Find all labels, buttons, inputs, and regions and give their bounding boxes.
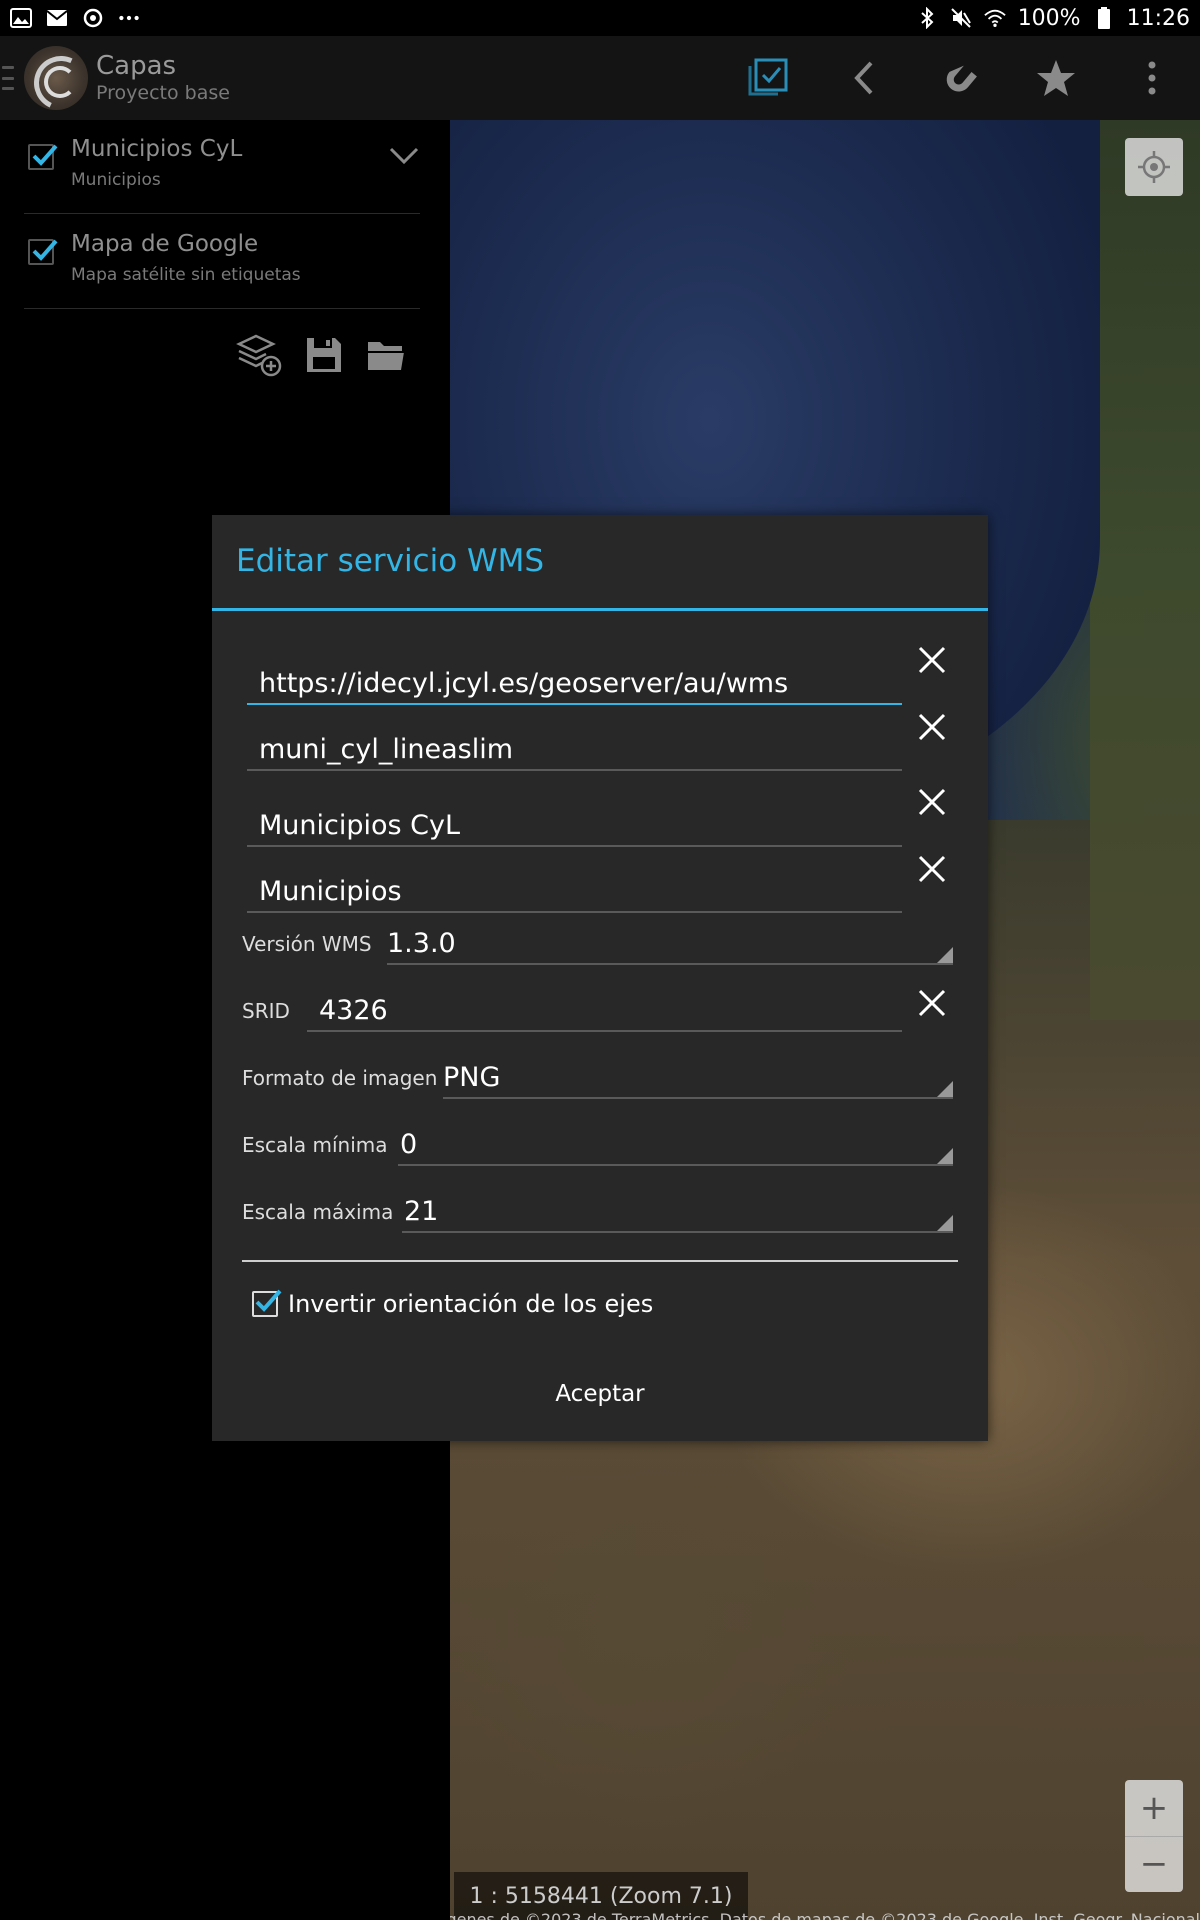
layer-checkbox[interactable] [28,239,58,265]
zoom-in-button[interactable]: + [1125,1780,1183,1837]
app-logo[interactable] [24,46,88,110]
clock: 11:26 [1126,5,1190,31]
more-vertical-icon [1148,61,1156,95]
wms-version-select[interactable]: 1.3.0 [387,915,953,965]
mail-notification-icon [46,7,68,29]
back-button[interactable] [816,36,912,120]
check-icon [255,1289,282,1312]
close-icon [918,855,946,883]
close-icon [918,788,946,816]
dialog-title: Editar servicio WMS [236,543,545,579]
image-format-label: Formato de imagen [242,1066,438,1090]
edit-wms-dialog: Editar servicio WMS https://idecyl.jcyl.… [212,515,988,1441]
srid-input[interactable]: 4326 [307,982,902,1032]
page-subtitle: Proyecto base [96,82,230,104]
wifi-icon [983,7,1006,29]
clear-srid-button[interactable] [912,983,952,1023]
my-location-button[interactable] [1125,138,1183,196]
layer-item-google[interactable]: Mapa de Google Mapa satélite sin etiquet… [24,215,420,309]
layer-checkbox[interactable] [28,144,58,170]
status-bar: 100% 11:26 [0,0,1200,36]
description-input[interactable]: Municipios [247,853,902,913]
zoom-out-button[interactable]: − [1125,1837,1183,1893]
section-divider [242,1260,958,1262]
drawer-toggle-icon[interactable] [2,66,14,90]
dropdown-arrow-icon [937,1081,953,1097]
save-button[interactable] [304,335,344,379]
close-icon [918,989,946,1017]
image-notification-icon [10,7,32,29]
clear-display-name-button[interactable] [912,782,952,822]
check-icon [32,144,58,166]
image-format-value: PNG [443,1062,501,1093]
layer-name-input[interactable]: muni_cyl_lineaslim [247,711,902,771]
wms-version-value: 1.3.0 [387,928,456,959]
layer-description: Municipios [71,170,161,190]
folder-icon [368,342,404,370]
dropdown-arrow-icon [937,1148,953,1164]
check-icon [32,239,58,261]
sync-notification-icon [82,7,104,29]
more-notifications-icon [118,7,140,29]
clear-url-button[interactable] [912,640,952,680]
min-scale-label: Escala mínima [242,1133,388,1157]
favorites-button[interactable] [1008,36,1104,120]
bluetooth-icon [916,7,938,29]
select-layers-button[interactable] [720,36,816,120]
layers-check-icon [748,58,788,96]
srid-value: 4326 [319,995,388,1026]
invert-axes-checkbox[interactable] [252,1289,282,1317]
add-layer-icon [236,334,282,377]
dialog-title-divider [212,608,988,611]
max-scale-select[interactable]: 21 [402,1183,953,1233]
url-input[interactable]: https://idecyl.jcyl.es/geoserver/au/wms [247,645,902,705]
magnet-button[interactable] [912,36,1008,120]
magnet-icon [946,65,977,92]
close-icon [918,713,946,741]
invert-axes-label: Invertir orientación de los ejes [288,1290,654,1318]
title-block: Capas Proyecto base [96,51,230,105]
clear-description-button[interactable] [912,849,952,889]
description-value: Municipios [259,876,402,907]
drawer-toolbar [236,332,406,382]
mute-icon [950,7,972,29]
srid-label: SRID [242,999,290,1023]
chevron-left-icon [854,61,873,95]
open-folder-button[interactable] [366,338,406,376]
map-land-coast [1090,120,1200,1020]
layer-name: Mapa de Google [71,231,259,257]
zoom-controls: + − [1125,1780,1183,1892]
display-name-input[interactable]: Municipios CyL [247,787,902,847]
add-layer-button[interactable] [236,332,282,382]
image-format-select[interactable]: PNG [443,1049,953,1099]
battery-percent: 100% [1017,5,1081,31]
clear-layer-name-button[interactable] [912,707,952,747]
display-name-value: Municipios CyL [259,810,461,841]
layer-item-municipios[interactable]: Municipios CyL Municipios [24,120,420,214]
map-attribution: Imágenes de ©2023 de TerraMetrics, Datos… [450,1910,1200,1920]
invert-axes-row[interactable]: Invertir orientación de los ejes [252,1289,654,1318]
dropdown-arrow-icon [937,1215,953,1231]
wms-version-label: Versión WMS [242,932,372,956]
chevron-down-icon[interactable] [388,146,420,170]
accept-button[interactable]: Aceptar [212,1369,988,1419]
dropdown-arrow-icon [937,947,953,963]
min-scale-value: 0 [400,1129,418,1160]
page-title: Capas [96,51,177,81]
action-bar: Capas Proyecto base [0,36,1200,120]
overflow-menu-button[interactable] [1104,36,1200,120]
max-scale-label: Escala máxima [242,1200,394,1224]
url-value: https://idecyl.jcyl.es/geoserver/au/wms [259,668,789,699]
layer-description: Mapa satélite sin etiquetas [71,265,301,285]
battery-icon [1093,7,1115,29]
layer-name: Municipios CyL [71,136,243,162]
save-icon [307,338,341,372]
star-icon [1037,60,1075,96]
min-scale-select[interactable]: 0 [398,1116,953,1166]
max-scale-value: 21 [404,1196,439,1227]
crosshair-icon [1138,151,1170,183]
layer-name-value: muni_cyl_lineaslim [259,734,513,765]
close-icon [918,646,946,674]
